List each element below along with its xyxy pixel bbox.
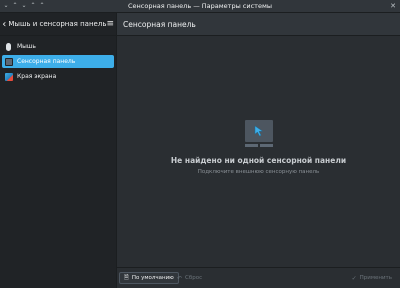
sidebar-item-touchpad[interactable]: Сенсорная панель [2, 55, 114, 68]
empty-state-title: Не найдено ни одной сенсорной панели [170, 156, 347, 165]
empty-state-subtitle: Подключите внешнюю сенсорную панель [197, 169, 320, 175]
touchpad-icon [5, 57, 13, 66]
sidebar-item-screen-edges[interactable]: Края экрана [2, 70, 114, 83]
sidebar-header: ‹ Мышь и сенсорная панель ≡ [0, 13, 116, 36]
main-header: Сенсорная панель [117, 13, 400, 36]
back-arrow-icon[interactable]: ‹ [2, 19, 6, 30]
apply-button-label: Применить [359, 275, 392, 281]
document-icon: 🗎 [124, 274, 129, 281]
defaults-button[interactable]: 🗎 По умолчанию [119, 272, 179, 284]
apply-button[interactable]: ✓ Применить [348, 272, 396, 284]
touchpad-placeholder-icon [243, 120, 275, 150]
reset-button-label: Сброс [185, 275, 203, 281]
sidebar-title: Мышь и сенсорная панель [8, 20, 107, 28]
mouse-icon [6, 42, 11, 51]
close-icon[interactable]: ✕ [390, 0, 396, 12]
checkmark-icon: ✓ [351, 274, 357, 282]
sidebar-item-label: Сенсорная панель [17, 58, 76, 65]
footer-bar: 🗎 По умолчанию ↶ Сброс ✓ Применить [117, 267, 400, 288]
defaults-button-label: По умолчанию [131, 275, 174, 281]
sidebar-item-label: Мышь [17, 43, 36, 50]
cursor-icon [254, 125, 263, 137]
reset-button[interactable]: ↶ Сброс [173, 272, 206, 284]
hamburger-menu-icon[interactable]: ≡ [106, 19, 114, 29]
screen-edges-icon [5, 72, 13, 81]
page-title: Сенсорная панель [123, 19, 196, 29]
sidebar-list: Мышь Сенсорная панель Края экрана [0, 36, 116, 83]
undo-icon: ↶ [177, 274, 183, 282]
empty-state: Не найдено ни одной сенсорной панели Под… [117, 120, 400, 175]
sidebar-item-label: Края экрана [17, 73, 57, 80]
sidebar-item-mouse[interactable]: Мышь [2, 40, 114, 53]
window-titlebar: ⌄ ⌃ ⌄ ⌃ ⌃ Сенсорная панель — Параметры с… [0, 0, 400, 13]
main-panel: Сенсорная панель Не найдено ни одной сен… [117, 13, 400, 288]
sidebar: ‹ Мышь и сенсорная панель ≡ Мышь Сенсорн… [0, 13, 117, 288]
window-title: Сенсорная панель — Параметры системы [128, 2, 272, 10]
